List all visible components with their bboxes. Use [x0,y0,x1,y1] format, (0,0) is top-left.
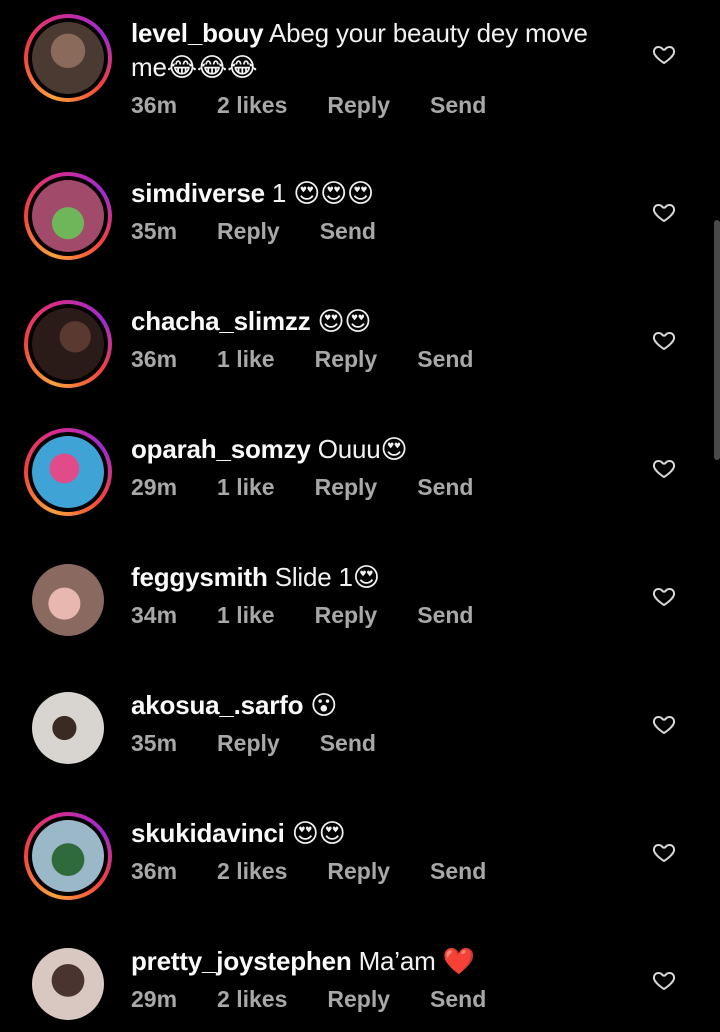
avatar-image [32,436,104,508]
reply-button[interactable]: Reply [217,730,280,757]
heart-icon[interactable] [652,840,676,864]
avatar-image [32,692,104,764]
comment-text: Ma’am ❤️ [358,946,475,976]
avatar-image [32,564,104,636]
comment-likes[interactable]: 2 likes [217,858,287,885]
comment-likes[interactable]: 1 like [217,602,275,629]
heart-icon[interactable] [652,968,676,992]
avatar-image [32,22,104,94]
comment-time: 36m [131,346,178,372]
comment-text-continued: me😂😂😂 [131,52,258,82]
send-button[interactable]: Send [417,474,473,501]
comment-text: 😮 [310,690,338,720]
reply-button[interactable]: Reply [327,986,390,1013]
comment-likes[interactable]: 1 like [217,474,275,501]
reply-button[interactable]: Reply [315,602,378,629]
reply-button[interactable]: Reply [327,92,390,119]
reply-button[interactable]: Reply [217,218,280,245]
avatar-image [32,948,104,1020]
comment-username[interactable]: oparah_somzy [131,434,311,464]
heart-icon[interactable] [652,328,676,352]
comment-text: Ouuu😍 [317,434,408,464]
comment-text: 1 😍😍😍 [271,178,374,208]
avatar[interactable] [24,556,112,644]
heart-icon[interactable] [652,200,676,224]
send-button[interactable]: Send [320,730,376,757]
avatar-image [32,180,104,252]
reply-button[interactable]: Reply [327,858,390,885]
comment-text: 😍😍 [317,306,372,336]
scrollbar[interactable] [714,220,720,460]
avatar[interactable] [24,940,112,1028]
comment-likes[interactable]: 2 likes [217,986,287,1013]
avatar[interactable] [24,172,112,260]
comment-time: 36m [131,858,178,884]
avatar-image [32,308,104,380]
avatar[interactable] [24,428,112,516]
comment-time: 29m [131,474,178,500]
send-button[interactable]: Send [430,986,486,1013]
heart-icon[interactable] [652,584,676,608]
comment-username[interactable]: pretty_joystephen [131,946,352,976]
comment-text: Slide 1😍 [274,562,380,592]
comment-username[interactable]: skukidavinci [131,818,285,848]
send-button[interactable]: Send [320,218,376,245]
comment-text: Abeg your beauty dey move [269,18,588,48]
heart-icon[interactable] [652,456,676,480]
heart-icon[interactable] [652,712,676,736]
avatar[interactable] [24,684,112,772]
comment-time: 35m [131,730,178,756]
send-button[interactable]: Send [430,92,486,119]
avatar[interactable] [24,300,112,388]
send-button[interactable]: Send [417,346,473,373]
send-button[interactable]: Send [430,858,486,885]
comment-username[interactable]: akosua_.sarfo [131,690,303,720]
reply-button[interactable]: Reply [315,346,378,373]
comment-text: 😍😍 [291,818,346,848]
heart-icon[interactable] [652,42,676,66]
comment-time: 34m [131,602,178,628]
comment-time: 36m [131,92,178,118]
avatar[interactable] [24,14,112,102]
comment-username[interactable]: level_bouy [131,18,264,48]
comment-time: 35m [131,218,178,244]
comment-username[interactable]: feggysmith [131,562,268,592]
avatar-image [32,820,104,892]
avatar[interactable] [24,812,112,900]
comment-likes[interactable]: 1 like [217,346,275,373]
comment-likes[interactable]: 2 likes [217,92,287,119]
comment-time: 29m [131,986,178,1012]
send-button[interactable]: Send [417,602,473,629]
comment-username[interactable]: simdiverse [131,178,265,208]
comment-username[interactable]: chacha_slimzz [131,306,311,336]
reply-button[interactable]: Reply [315,474,378,501]
